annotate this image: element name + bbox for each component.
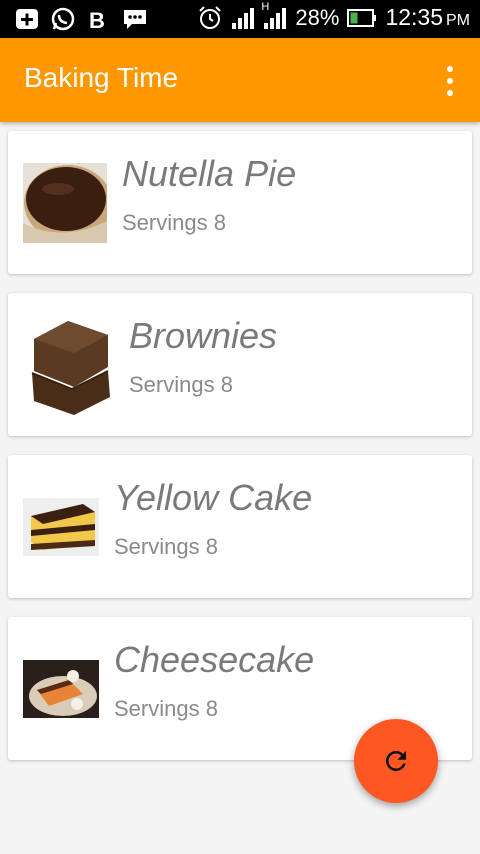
clock-ampm: PM xyxy=(446,12,470,29)
recipe-name: Brownies xyxy=(129,315,278,356)
nutella-pie-photo xyxy=(23,163,107,243)
recipe-card-brownies[interactable]: Brownies Servings 8 xyxy=(8,293,472,436)
b-app-icon: B xyxy=(89,8,105,31)
recipe-list: Nutella Pie Servings 8 Brownies Servings… xyxy=(8,131,472,779)
yellow-cake-photo xyxy=(23,498,99,556)
signal-icon xyxy=(232,7,255,29)
refresh-button[interactable] xyxy=(354,719,438,803)
recipe-card-nutella-pie[interactable]: Nutella Pie Servings 8 xyxy=(8,131,472,274)
cheesecake-photo xyxy=(23,660,99,718)
whatsapp-icon xyxy=(51,7,75,31)
recipe-card-yellow-cake[interactable]: Yellow Cake Servings 8 xyxy=(8,455,472,598)
battery-icon xyxy=(347,8,377,27)
recipe-servings: Servings 8 xyxy=(114,534,218,559)
recipe-name: Yellow Cake xyxy=(114,477,313,518)
recipe-servings: Servings 8 xyxy=(114,696,218,721)
add-box-icon xyxy=(16,9,38,29)
app-bar: Baking Time xyxy=(0,38,480,122)
recipe-servings: Servings 8 xyxy=(122,210,226,235)
brownies-photo xyxy=(28,317,112,417)
signal-h-icon: H xyxy=(261,1,287,31)
clock-time: 12:35 xyxy=(385,4,443,30)
recipe-name: Nutella Pie xyxy=(122,153,297,194)
chat-bubble-icon xyxy=(124,10,146,29)
app-title: Baking Time xyxy=(24,62,179,93)
refresh-icon xyxy=(385,751,406,771)
recipe-name: Cheesecake xyxy=(114,639,315,680)
battery-percent: 28% xyxy=(295,4,340,30)
status-bar: B H 28% 12:35 PM xyxy=(0,0,480,38)
network-type: H xyxy=(261,0,270,13)
alarm-icon xyxy=(199,5,222,29)
overflow-menu-icon[interactable] xyxy=(442,66,458,96)
svg-text:B: B xyxy=(89,8,105,31)
clock: 12:35 PM xyxy=(385,4,470,31)
recipe-servings: Servings 8 xyxy=(129,372,233,397)
